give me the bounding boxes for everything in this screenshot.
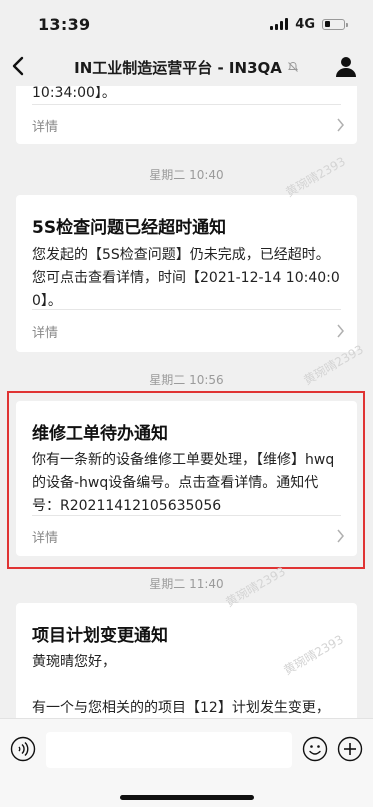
plus-icon[interactable] <box>337 736 363 762</box>
chat-header: IN工业制造运营平台 - IN3QA <box>0 48 373 86</box>
status-bar: 13:39 4G <box>0 0 373 48</box>
bell-slash-icon <box>287 61 298 72</box>
message-input[interactable] <box>46 732 292 768</box>
details-label: 详情 <box>32 325 59 341</box>
chat-title: IN工业制造运营平台 - IN3QA <box>74 58 282 77</box>
message-card[interactable]: 10:34:00】。 详情 <box>16 86 357 144</box>
details-link[interactable]: 详情 <box>16 105 357 145</box>
user-icon[interactable] <box>334 54 358 78</box>
message-title: 5S检查问题已经超时通知 <box>32 218 227 238</box>
message-body: 您发起的【5S检查问题】仍未完成，已经超时。您可点击查看详情，时间【2021-1… <box>32 247 340 309</box>
battery-icon <box>322 18 348 30</box>
details-link[interactable]: 详情 <box>16 310 357 352</box>
message-body: 10:34:00】。 <box>32 86 116 101</box>
network-type: 4G <box>295 16 315 32</box>
chevron-right-icon <box>337 324 344 338</box>
status-indicators: 4G <box>270 16 348 32</box>
message-timestamp: 星期二 11:40 <box>149 577 224 591</box>
message-body: 有一个与您相关的的项目【12】计划发生变更，望知晓。 <box>32 700 330 716</box>
chevron-right-icon <box>337 118 344 132</box>
home-indicator <box>120 795 254 800</box>
input-bar <box>0 718 373 807</box>
message-card[interactable]: 5S检查问题已经超时通知 您发起的【5S检查问题】仍未完成，已经超时。您可点击查… <box>16 195 357 352</box>
emoji-icon[interactable] <box>302 736 328 762</box>
header-title-group: IN工业制造运营平台 - IN3QA <box>0 48 373 86</box>
signal-icon <box>270 18 289 30</box>
status-time: 13:39 <box>38 14 91 34</box>
message-title: 项目计划变更通知 <box>32 626 168 646</box>
highlight-box <box>7 391 365 569</box>
chat-area[interactable]: 10:34:00】。 详情 星期二 10:40 5S检查问题已经超时通知 您发起… <box>0 86 373 718</box>
details-label: 详情 <box>32 119 59 135</box>
voice-icon[interactable] <box>10 736 36 762</box>
